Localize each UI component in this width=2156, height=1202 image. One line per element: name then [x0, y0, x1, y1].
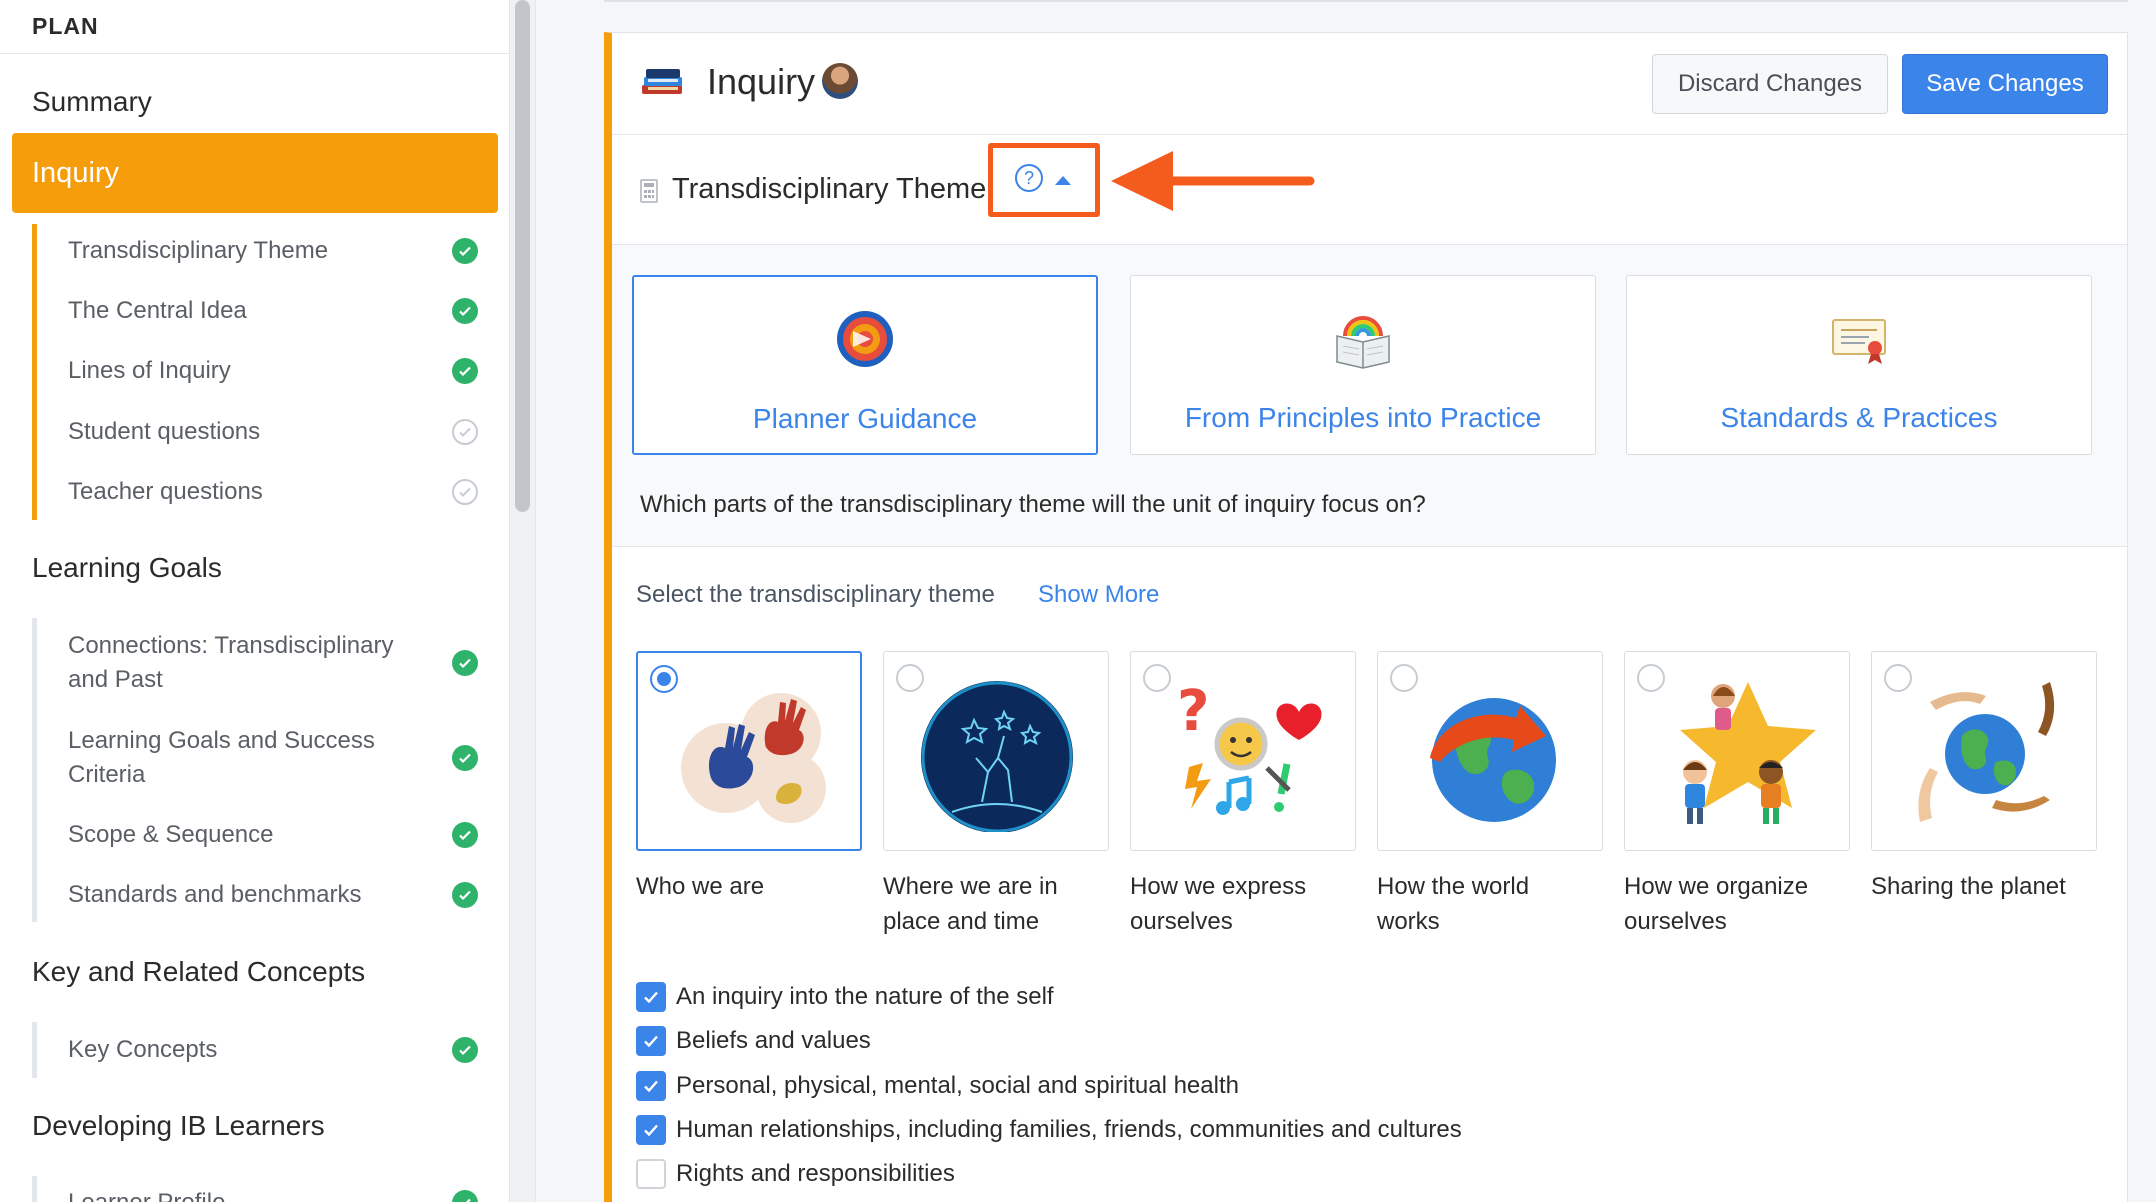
focus-question: Which parts of the transdisciplinary the… [640, 491, 1426, 518]
learning-group-bar [32, 618, 37, 922]
show-more-link[interactable]: Show More [1038, 581, 1159, 609]
check-done-icon [452, 238, 478, 264]
sidebar-item-connections[interactable]: Connections: Transdisciplinary and Past [68, 629, 488, 697]
ib-group-bar [32, 1176, 37, 1202]
check-done-icon [452, 650, 478, 676]
theme-section-header: Transdisciplinary Theme [612, 135, 2127, 245]
focus-option[interactable]: Human relationships, including families,… [636, 1115, 1462, 1145]
plan-sidebar: PLAN Summary Inquiry Transdisciplinary T… [0, 0, 510, 1202]
key-group-bar [32, 1022, 37, 1078]
target-icon [837, 311, 893, 367]
panel-header: Inquiry Discard Changes Save Changes [612, 33, 2127, 135]
annotation-highlight-box [988, 143, 1100, 217]
sidebar-item-learning-goals-criteria[interactable]: Learning Goals and Success Criteria [68, 724, 488, 792]
avatar[interactable] [822, 63, 858, 99]
theme-label-organize: How we organize ourselves [1624, 873, 1809, 935]
sidebar-item-scope-sequence[interactable]: Scope & Sequence [68, 818, 488, 852]
sidebar-item-learner-profile[interactable]: Learner Profile [68, 1186, 488, 1202]
sidebar-scrollbar-thumb[interactable] [515, 0, 530, 512]
theme-label-world-works: How the world works [1377, 873, 1530, 935]
theme-tile-express[interactable]: ? [1130, 651, 1356, 851]
sidebar-section-key-concepts[interactable]: Key and Related Concepts [32, 956, 365, 988]
sidebar-item-student-questions[interactable]: Student questions [68, 415, 488, 449]
calculator-icon [640, 179, 658, 203]
sidebar-item-central-idea[interactable]: The Central Idea [68, 294, 488, 328]
theme-label-who-we-are: Who we are [636, 873, 765, 900]
sidebar-section-inquiry[interactable]: Inquiry [12, 133, 498, 213]
theme-tile-sharing-planet[interactable] [1871, 651, 2097, 851]
sidebar-item-standards-benchmarks[interactable]: Standards and benchmarks [68, 878, 488, 912]
kids-star-icon [1680, 682, 1816, 824]
card-planner-guidance[interactable]: Planner Guidance [632, 275, 1098, 455]
check-pending-icon [452, 419, 478, 445]
checkbox-checked[interactable] [636, 1026, 666, 1056]
globe-hands-icon [1918, 682, 2055, 822]
theme-label-place-time: Where we are in place and time [883, 873, 1058, 935]
check-done-icon [452, 1190, 478, 1202]
theme-label-sharing-planet: Sharing the planet [1871, 873, 2066, 900]
check-done-icon [452, 882, 478, 908]
focus-option[interactable]: An inquiry into the nature of the self [636, 982, 1054, 1012]
annotation-arrow-icon [1111, 151, 1315, 211]
caret-up-icon[interactable] [1055, 176, 1071, 185]
sidebar-header: PLAN [0, 0, 509, 54]
checkbox-checked[interactable] [636, 1071, 666, 1101]
save-changes-button[interactable]: Save Changes [1902, 54, 2108, 114]
handprints-icon [681, 693, 826, 823]
sidebar-item-lines-of-inquiry[interactable]: Lines of Inquiry [68, 354, 488, 388]
book-rainbow-icon [1336, 316, 1390, 369]
section-title: Transdisciplinary Theme [672, 173, 987, 205]
sidebar-section-summary[interactable]: Summary [32, 86, 152, 118]
certificate-icon [1832, 319, 1886, 364]
top-divider [604, 0, 2128, 2]
check-done-icon [452, 358, 478, 384]
guidance-area: Planner Guidance From Principles into Pr… [612, 245, 2127, 547]
sidebar-item-teacher-questions[interactable]: Teacher questions [68, 475, 488, 509]
checkbox-checked[interactable] [636, 982, 666, 1012]
theme-label-express: How we express ourselves [1130, 873, 1307, 935]
theme-tile-world-works[interactable] [1377, 651, 1603, 851]
check-done-icon [452, 822, 478, 848]
focus-option[interactable]: Personal, physical, mental, social and s… [636, 1071, 1239, 1101]
svg-text:?: ? [1177, 679, 1209, 744]
theme-tile-organize[interactable] [1624, 651, 1850, 851]
focus-option[interactable]: Rights and responsibilities [636, 1159, 955, 1189]
inquiry-panel: Inquiry Discard Changes Save Changes Tra… [604, 32, 2128, 1202]
books-icon [642, 69, 682, 94]
checkbox-checked[interactable] [636, 1115, 666, 1145]
expression-icons: ? [1177, 679, 1322, 815]
check-done-icon [452, 298, 478, 324]
theme-tile-place-time[interactable] [883, 651, 1109, 851]
check-pending-icon [452, 479, 478, 505]
focus-option[interactable]: Beliefs and values [636, 1026, 871, 1056]
checkbox-unchecked[interactable] [636, 1159, 666, 1189]
select-theme-label: Select the transdisciplinary theme [636, 581, 995, 608]
globe-arrow-icon [1430, 698, 1556, 822]
card-principles-practice[interactable]: From Principles into Practice [1130, 275, 1596, 455]
stars-figure-icon [921, 681, 1073, 832]
theme-tile-who-we-are[interactable] [636, 651, 862, 851]
sidebar-section-ib-learners[interactable]: Developing IB Learners [32, 1110, 325, 1142]
card-standards-practices[interactable]: Standards & Practices [1626, 275, 2092, 455]
check-done-icon [452, 1037, 478, 1063]
page-title: Inquiry [707, 61, 816, 102]
sidebar-item-transdisciplinary-theme[interactable]: Transdisciplinary Theme [68, 234, 488, 268]
check-done-icon [452, 745, 478, 771]
discard-changes-button[interactable]: Discard Changes [1652, 54, 1888, 114]
sidebar-section-learning-goals[interactable]: Learning Goals [32, 552, 222, 584]
help-icon[interactable]: ? [1015, 164, 1043, 192]
inquiry-group-bar [32, 224, 37, 520]
sidebar-item-key-concepts[interactable]: Key Concepts [68, 1033, 488, 1067]
